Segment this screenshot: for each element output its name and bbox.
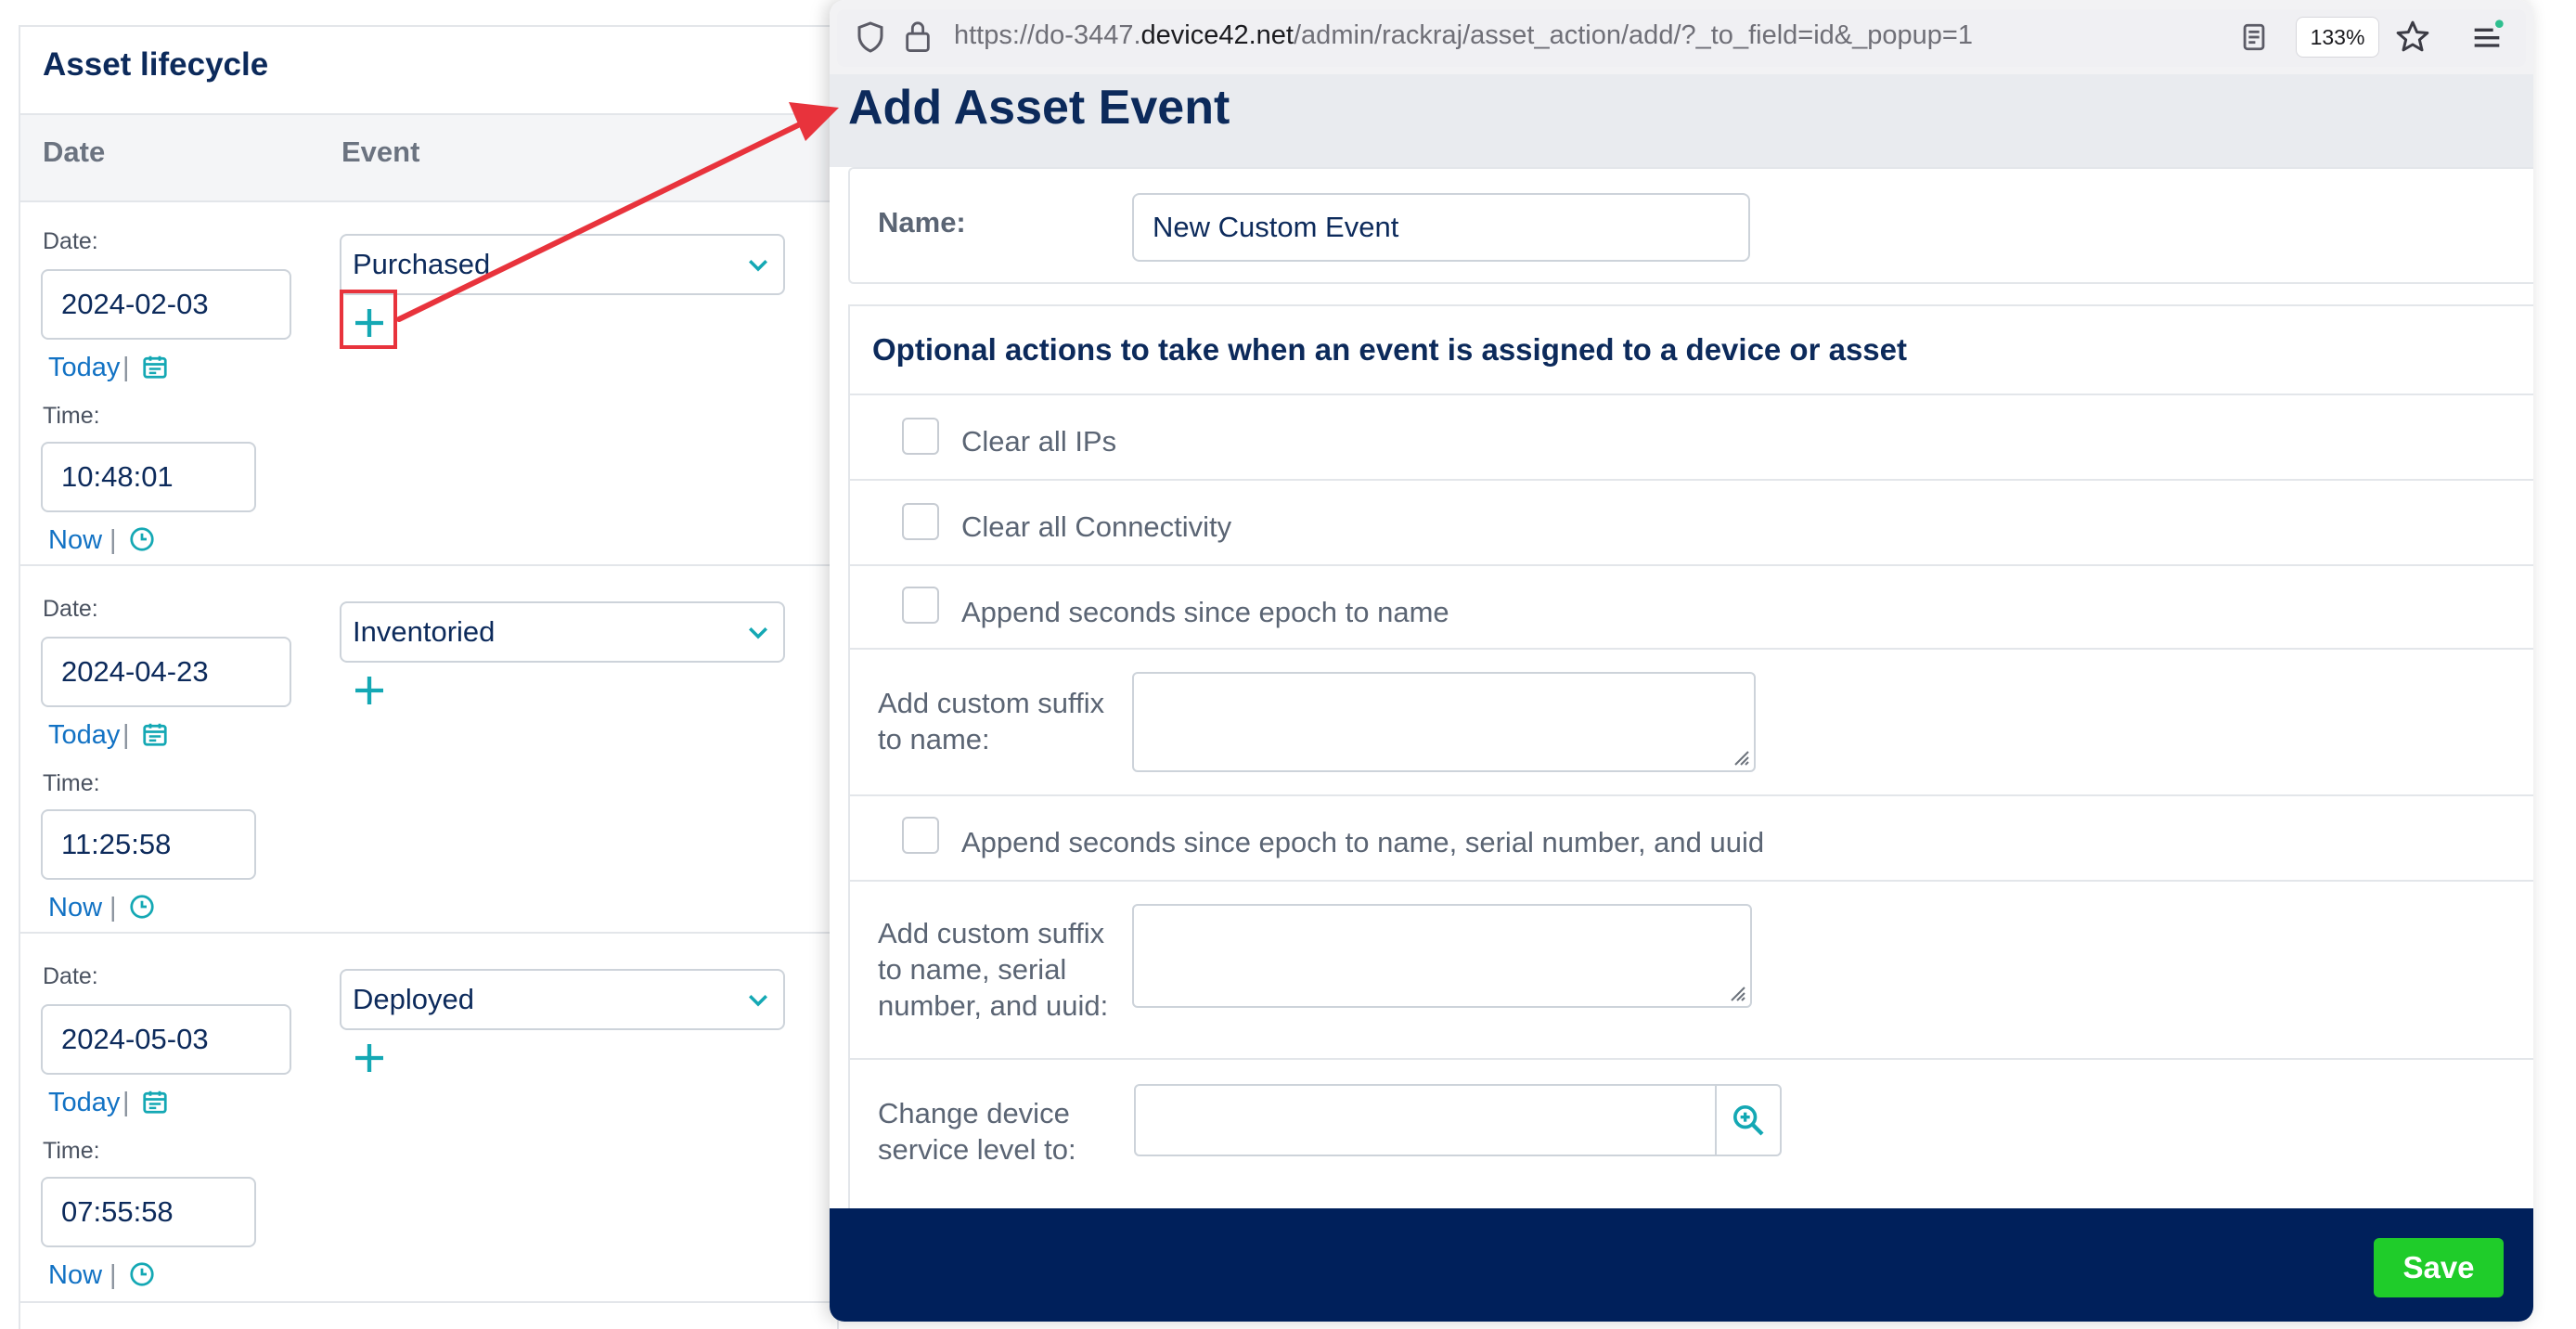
divider <box>848 648 2533 650</box>
service-level-label-line: Change device <box>878 1097 1070 1129</box>
divider <box>848 564 2533 566</box>
append-epoch-all-label: Append seconds since epoch to name, seri… <box>961 826 1765 858</box>
event-select-value: Purchased <box>353 248 491 280</box>
chevron-down-icon <box>749 627 767 639</box>
suffix-all-label-line: to name, serial <box>878 953 1067 986</box>
clock-icon[interactable] <box>128 893 156 921</box>
calendar-icon[interactable] <box>141 353 169 381</box>
chevron-down-icon <box>749 260 767 272</box>
divider <box>848 1058 2533 1060</box>
calendar-icon[interactable] <box>141 720 169 748</box>
event-select-value: Deployed <box>353 983 474 1015</box>
suffix-name-label: Add custom suffix to name: <box>878 685 1104 757</box>
append-epoch-name-checkbox[interactable] <box>902 587 939 624</box>
name-label: Name: <box>878 206 966 239</box>
separator: | <box>109 893 117 923</box>
divider <box>848 479 2533 481</box>
suffix-all-label-line: number, and uuid: <box>878 989 1109 1022</box>
today-link[interactable]: Today <box>48 720 120 751</box>
suffix-all-textarea[interactable] <box>1132 904 1752 1008</box>
service-level-label: Change device service level to: <box>878 1095 1076 1168</box>
url-text[interactable]: https://do-3447.device42.net/admin/rackr… <box>954 20 1973 51</box>
page-title: Add Asset Event <box>848 81 1230 135</box>
section-heading: Optional actions to take when an event i… <box>872 332 1908 367</box>
chevron-down-icon <box>749 995 767 1007</box>
service-level-label-line: service level to: <box>878 1133 1076 1166</box>
service-level-lookup-button[interactable] <box>1715 1084 1782 1156</box>
column-header-event: Event <box>341 135 420 168</box>
clear-ips-label: Clear all IPs <box>961 425 1117 458</box>
date-input[interactable]: 2024-02-03 <box>41 269 291 340</box>
row-divider <box>20 564 837 566</box>
suffix-name-label-line: to name: <box>878 723 990 755</box>
append-epoch-name-label: Append seconds since epoch to name <box>961 596 1449 628</box>
now-link[interactable]: Now <box>48 1260 102 1291</box>
today-link[interactable]: Today <box>48 1088 120 1118</box>
table-header <box>20 113 837 202</box>
event-select[interactable]: Purchased <box>340 234 785 295</box>
url-prefix: https://do-3447. <box>954 20 1141 50</box>
popup-footer <box>830 1208 2533 1322</box>
lock-icon[interactable] <box>902 19 934 54</box>
suffix-name-label-line: Add custom suffix <box>878 687 1105 719</box>
resize-grip-icon[interactable] <box>1726 982 1746 1002</box>
shield-icon[interactable] <box>854 20 887 54</box>
service-level-input[interactable] <box>1134 1084 1719 1156</box>
divider <box>848 880 2533 882</box>
calendar-icon[interactable] <box>141 1088 169 1116</box>
suffix-all-label-line: Add custom suffix <box>878 917 1105 949</box>
clock-icon[interactable] <box>128 1260 156 1288</box>
plus-icon[interactable] <box>351 672 388 709</box>
row-divider <box>20 1301 837 1303</box>
clock-icon[interactable] <box>128 525 156 553</box>
panel-title: Asset lifecycle <box>43 46 269 83</box>
event-select-value: Inventoried <box>353 615 496 648</box>
event-select[interactable]: Deployed <box>340 969 785 1030</box>
separator: | <box>122 720 130 750</box>
reader-icon[interactable] <box>2238 20 2270 54</box>
row-divider <box>20 932 837 934</box>
url-path: /admin/rackraj/asset_action/add/?_to_fie… <box>1294 20 1973 50</box>
time-label: Time: <box>43 770 100 796</box>
time-input[interactable]: 11:25:58 <box>41 809 256 880</box>
resize-grip-icon[interactable] <box>1730 746 1750 767</box>
date-input[interactable]: 2024-04-23 <box>41 637 291 707</box>
divider <box>848 394 2533 395</box>
divider <box>848 794 2533 796</box>
clear-connectivity-label: Clear all Connectivity <box>961 510 1232 543</box>
time-label: Time: <box>43 403 100 429</box>
column-header-date: Date <box>43 135 106 168</box>
date-label: Date: <box>43 963 98 989</box>
plus-icon[interactable] <box>351 1039 388 1077</box>
time-input[interactable]: 10:48:01 <box>41 442 256 512</box>
now-link[interactable]: Now <box>48 893 102 923</box>
now-link[interactable]: Now <box>48 525 102 556</box>
save-button[interactable]: Save <box>2374 1238 2504 1297</box>
clear-connectivity-checkbox[interactable] <box>902 503 939 540</box>
date-label: Date: <box>43 228 98 254</box>
separator: | <box>109 525 117 555</box>
time-input[interactable]: 07:55:58 <box>41 1177 256 1247</box>
event-select[interactable]: Inventoried <box>340 601 785 663</box>
name-input[interactable]: New Custom Event <box>1132 193 1750 262</box>
separator: | <box>122 353 130 382</box>
time-label: Time: <box>43 1138 100 1164</box>
append-epoch-all-checkbox[interactable] <box>902 817 939 854</box>
highlight-box <box>340 290 397 349</box>
today-link[interactable]: Today <box>48 353 120 383</box>
add-asset-event-popup: https://do-3447.device42.net/admin/rackr… <box>830 0 2533 1322</box>
suffix-all-label: Add custom suffix to name, serial number… <box>878 915 1108 1024</box>
zoom-level-badge[interactable]: 133% <box>2296 17 2379 58</box>
menu-icon[interactable] <box>2468 17 2505 56</box>
separator: | <box>109 1260 117 1290</box>
separator: | <box>122 1088 130 1117</box>
clear-ips-checkbox[interactable] <box>902 418 939 455</box>
suffix-name-textarea[interactable] <box>1132 672 1756 772</box>
url-host: device42.net <box>1140 20 1294 50</box>
date-label: Date: <box>43 596 98 622</box>
star-icon[interactable] <box>2394 19 2431 56</box>
search-plus-icon <box>1733 1105 1764 1136</box>
date-input[interactable]: 2024-05-03 <box>41 1004 291 1075</box>
